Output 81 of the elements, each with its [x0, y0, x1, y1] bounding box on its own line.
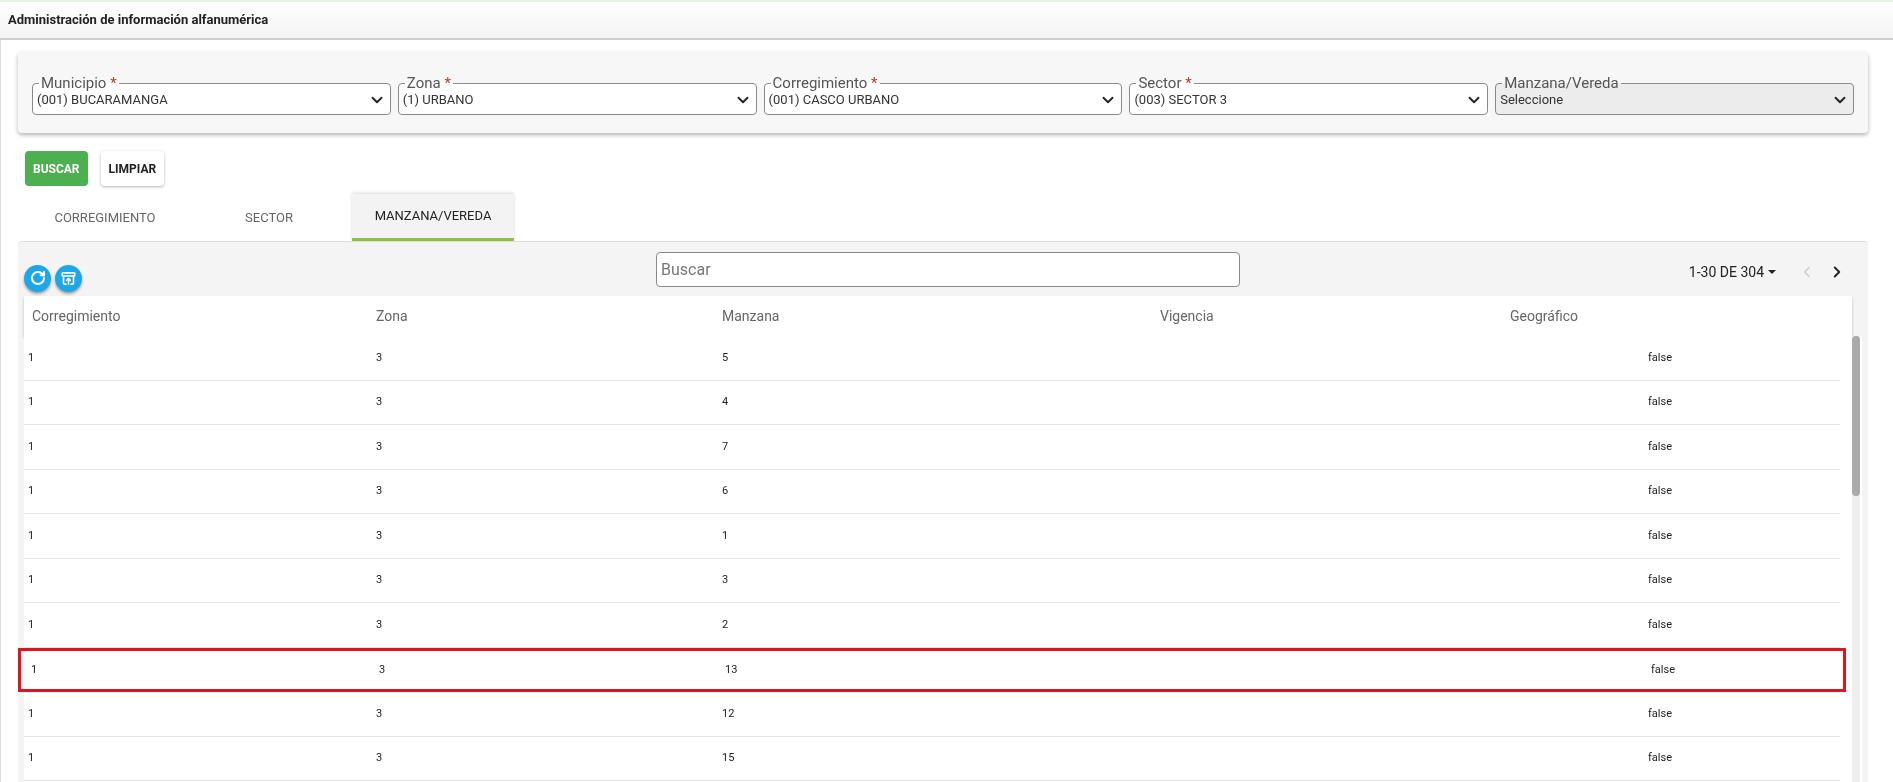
table-cell: 1: [28, 484, 35, 497]
column-header: Corregimiento: [32, 308, 121, 324]
tab[interactable]: CORREGIMIENTO: [24, 194, 186, 241]
field-label: Sector *: [1137, 74, 1193, 93]
table-row[interactable]: 1 3 4 false: [24, 380, 1840, 425]
table-cell: 3: [376, 395, 383, 408]
table-row[interactable]: 1 3 5 false: [24, 336, 1840, 381]
archive-icon: [61, 270, 76, 286]
column-header: Zona: [376, 308, 408, 324]
tab[interactable]: MANZANA/VEREDA: [352, 194, 514, 241]
table-cell: 7: [722, 439, 729, 453]
caret-icon: [1768, 270, 1776, 274]
table-cell: 1: [722, 528, 729, 542]
table-row[interactable]: 1 3 3 false: [24, 558, 1840, 603]
table-cell: false: [1648, 751, 1672, 764]
table-cell: 6: [722, 484, 729, 497]
select-value: (1) URBANO: [402, 91, 475, 110]
select-value: (003) SECTOR 3: [1134, 91, 1228, 110]
select-value: (001) BUCARAMANGA: [37, 91, 169, 110]
select-value: (001) CASCO URBANO: [768, 91, 901, 110]
table-cell: 3: [376, 528, 383, 542]
table-row[interactable]: 1 3 13 false: [18, 647, 1846, 692]
table-cell: 3: [376, 439, 383, 453]
select-field[interactable]: Municipio * (001) BUCARAMANGA: [32, 74, 391, 115]
clear-button[interactable]: LIMPIAR: [100, 151, 165, 186]
table-row[interactable]: 1 3 6 false: [24, 469, 1840, 514]
table-cell: false: [1648, 573, 1672, 586]
refresh-icon: [29, 270, 46, 286]
table-cell: 1: [31, 662, 38, 676]
table-cell: 12: [722, 706, 735, 720]
select-value: Seleccione: [1500, 91, 1565, 110]
table-cell: 1: [28, 706, 35, 720]
table-cell: false: [1648, 617, 1672, 631]
table-cell: 3: [376, 484, 383, 497]
select-field[interactable]: Corregimiento * (001) CASCO URBANO: [763, 74, 1123, 115]
tab[interactable]: SECTOR: [188, 194, 350, 241]
column-header: Vigencia: [1160, 308, 1214, 324]
archive-button[interactable]: [55, 264, 82, 292]
select-field[interactable]: Zona * (1) URBANO: [397, 74, 757, 115]
field-label: Manzana/Vereda: [1503, 74, 1620, 93]
table-cell: 1: [28, 573, 35, 586]
refresh-button[interactable]: [24, 264, 51, 292]
table-cell: false: [1648, 395, 1672, 408]
table-cell: 1: [28, 439, 35, 453]
table-cell: 1: [28, 528, 35, 542]
table-row[interactable]: 1 3 15 false: [24, 736, 1840, 781]
table-cell: 3: [376, 573, 383, 586]
table-cell: 5: [722, 350, 729, 364]
table-cell: 4: [722, 395, 729, 408]
table-row[interactable]: 1 3 2 false: [24, 603, 1840, 648]
table-cell: 2: [722, 617, 729, 631]
table-cell: false: [1651, 662, 1675, 676]
field-label: Corregimiento *: [771, 74, 879, 93]
table-cell: 1: [28, 395, 35, 408]
table-cell: 3: [376, 350, 383, 364]
table-cell: 3: [376, 617, 383, 631]
field-label: Municipio *: [40, 74, 118, 93]
table-cell: false: [1648, 439, 1672, 453]
table-row[interactable]: 1 3 1 false: [24, 514, 1840, 559]
column-header: Manzana: [722, 308, 780, 324]
table-cell: 1: [28, 617, 35, 631]
column-header: Geográfico: [1510, 308, 1578, 324]
table-cell: 3: [376, 706, 383, 720]
table-cell: 1: [28, 350, 35, 364]
select-field[interactable]: Sector * (003) SECTOR 3: [1129, 74, 1489, 115]
field-label: Zona *: [405, 74, 452, 93]
table-cell: 1: [28, 751, 35, 764]
table-cell: false: [1648, 706, 1672, 720]
table-row[interactable]: 1 3 7 false: [24, 425, 1840, 470]
table-row[interactable]: 1 3 12 false: [24, 692, 1840, 737]
pagination-dropdown[interactable]: 1-30 DE 304: [1688, 261, 1776, 283]
table-cell: 13: [725, 662, 738, 676]
table-cell: false: [1648, 528, 1672, 542]
table-cell: false: [1648, 350, 1672, 364]
search-field[interactable]: Buscar: [656, 252, 1240, 287]
table-cell: 3: [376, 751, 383, 764]
table-cell: 3: [722, 573, 729, 586]
table-cell: 15: [722, 751, 735, 764]
table-cell: false: [1648, 484, 1672, 497]
page-title: Administración de información alfanumérica: [8, 11, 269, 30]
table-cell: 3: [379, 662, 386, 676]
